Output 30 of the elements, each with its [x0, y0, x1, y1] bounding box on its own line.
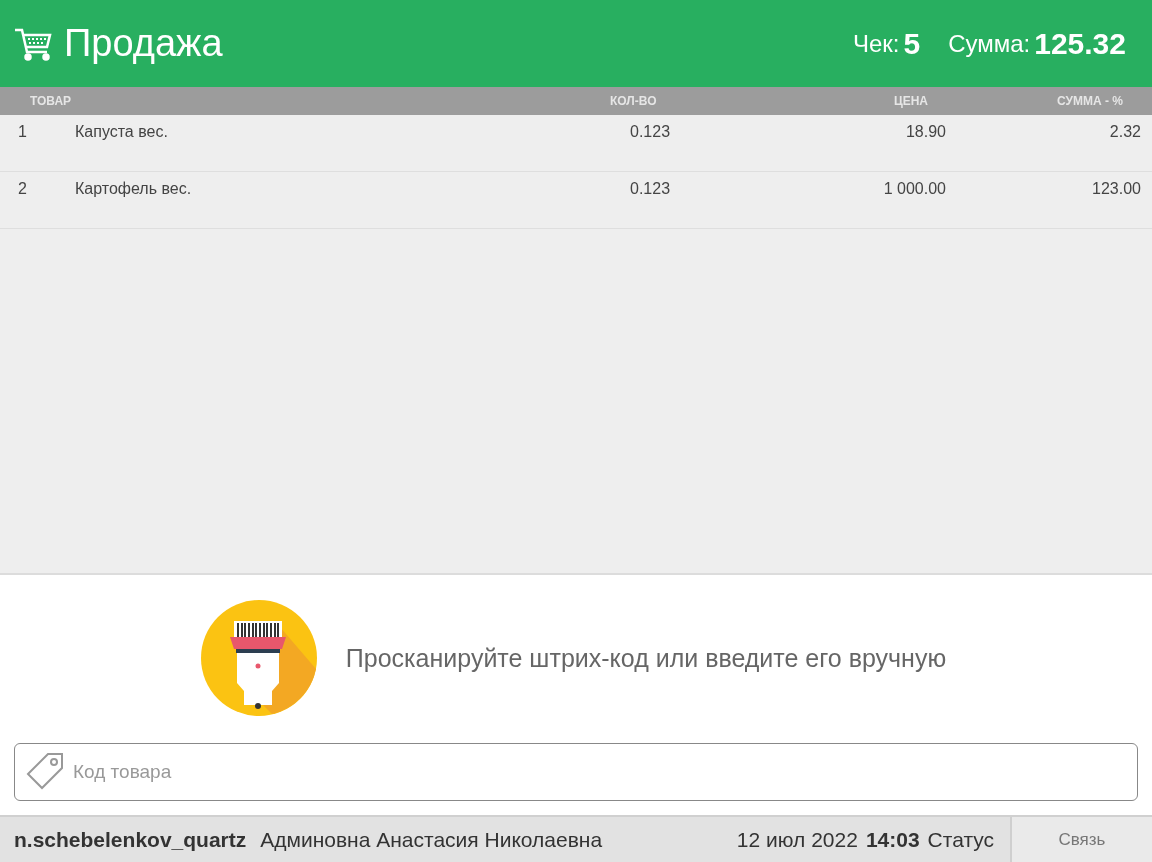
table-cell: Картофель вес.	[75, 180, 192, 198]
user-name: Админовна Анастасия Николаевна	[260, 827, 604, 852]
product-code-field[interactable]: Код товара	[14, 743, 1138, 801]
table-cell: 2.32	[1109, 123, 1141, 141]
receipt-number: 5	[903, 26, 921, 61]
total-label: Сумма:	[948, 29, 1031, 58]
total-value: 125.32	[1034, 26, 1126, 61]
connection-button[interactable]: Связь	[1010, 817, 1152, 862]
user-login: n.schebelenkov_quartz	[14, 827, 247, 852]
tag-icon	[24, 752, 64, 792]
receipt-label: Чек:	[852, 29, 900, 58]
table-cell: 123.00	[1092, 180, 1141, 198]
date-text: 12 июл 2022	[736, 827, 858, 852]
table-cell-text: 0.123	[629, 123, 671, 141]
page-title: Продажа	[64, 22, 224, 65]
status-text: Статус	[927, 827, 994, 852]
table-cell: 18.90	[905, 123, 946, 141]
row-number: 2	[18, 180, 27, 198]
column-header: ТОВАР	[29, 94, 72, 108]
row-number: 1	[18, 123, 27, 141]
column-header: ЦЕНА	[893, 94, 928, 108]
column-header: КОЛ-ВО	[610, 94, 657, 108]
table-cell: 1 000.00	[883, 180, 946, 198]
time-text: 14:03	[865, 827, 920, 852]
table-cell-text: 0.123	[629, 180, 671, 198]
barcode-scanner-icon	[199, 599, 318, 717]
column-header: СУММА - %	[1057, 94, 1123, 108]
cart-icon	[14, 26, 52, 61]
scan-prompt: Просканируйте штрих-код или введите его вручную	[345, 643, 947, 673]
table-cell: Капуста вес.	[75, 123, 168, 141]
